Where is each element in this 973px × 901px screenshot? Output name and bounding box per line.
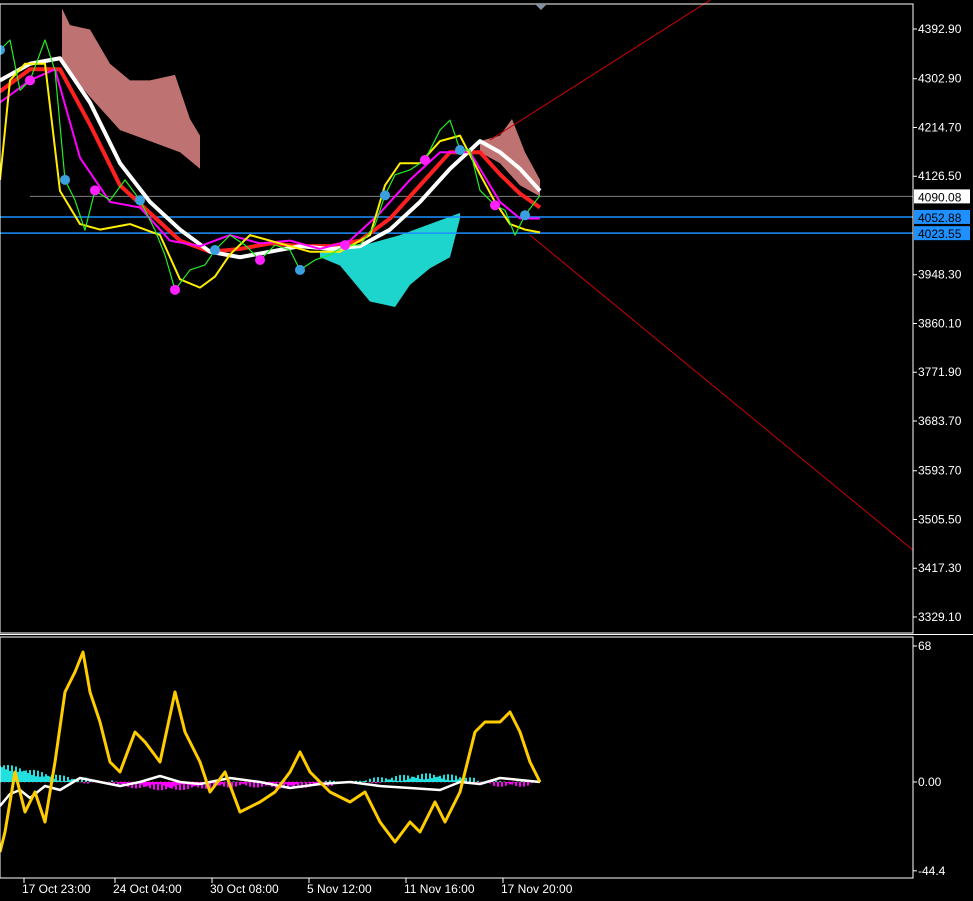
price-tick-label: 4126.50 bbox=[918, 169, 962, 183]
signal-dot bbox=[210, 245, 220, 256]
price-pane[interactable] bbox=[0, 0, 914, 551]
price-tick-label: 4392.90 bbox=[918, 22, 962, 36]
signal-dot bbox=[170, 284, 180, 295]
price-tick-label: 3860.10 bbox=[918, 316, 962, 330]
time-label: 30 Oct 08:00 bbox=[210, 882, 279, 896]
shift-marker-icon bbox=[535, 4, 547, 10]
time-label: 5 Nov 12:00 bbox=[307, 882, 372, 896]
signal-dot bbox=[420, 154, 430, 165]
price-tick-label: 3948.30 bbox=[918, 268, 962, 282]
osc-tick-label: -44.4 bbox=[918, 864, 946, 878]
time-label: 17 Nov 20:00 bbox=[501, 882, 573, 896]
price-tick-label: 3593.70 bbox=[918, 464, 962, 478]
price-tick-label: 4214.70 bbox=[918, 120, 962, 134]
time-label: 24 Oct 04:00 bbox=[113, 882, 182, 896]
signal-dot bbox=[520, 210, 530, 221]
time-label: 17 Oct 23:00 bbox=[22, 882, 91, 896]
osc-tick-label: 0.00 bbox=[918, 775, 942, 789]
price-tick-label: 3771.90 bbox=[918, 365, 962, 379]
main-oscillator-line bbox=[0, 650, 542, 853]
signal-dot bbox=[255, 254, 265, 265]
signal-dot bbox=[340, 240, 350, 251]
oscillator-pane[interactable] bbox=[0, 650, 542, 853]
trend-line bbox=[489, 0, 711, 141]
price-level-label: 4090.08 bbox=[918, 190, 962, 204]
signal-dot bbox=[380, 190, 390, 201]
signal-dot bbox=[90, 185, 100, 196]
signal-dot bbox=[135, 195, 145, 206]
signal-dot bbox=[295, 264, 305, 275]
price-level-label: 4052.88 bbox=[918, 211, 962, 225]
price-level-label: 4023.55 bbox=[918, 227, 962, 241]
time-label: 11 Nov 16:00 bbox=[404, 882, 475, 896]
price-tick-label: 3505.50 bbox=[918, 512, 962, 526]
price-tick-label: 4302.90 bbox=[918, 72, 962, 86]
signal-dot bbox=[25, 75, 35, 86]
signal-dot bbox=[455, 144, 465, 155]
price-tick-label: 3329.10 bbox=[918, 610, 962, 624]
signal-ma-line bbox=[0, 62, 541, 289]
price-tick-label: 3683.70 bbox=[918, 414, 962, 428]
signal-dot bbox=[490, 200, 500, 211]
price-tick-label: 3417.30 bbox=[918, 561, 962, 575]
signal-dot bbox=[60, 174, 70, 185]
oscillator-pane-frame bbox=[0, 636, 914, 879]
osc-tick-label: 68 bbox=[918, 639, 932, 653]
trend-line bbox=[529, 234, 914, 551]
trading-chart[interactable]: 4392.90 4302.90 4214.70 4126.50 3948.30 3860.… bbox=[0, 0, 973, 901]
